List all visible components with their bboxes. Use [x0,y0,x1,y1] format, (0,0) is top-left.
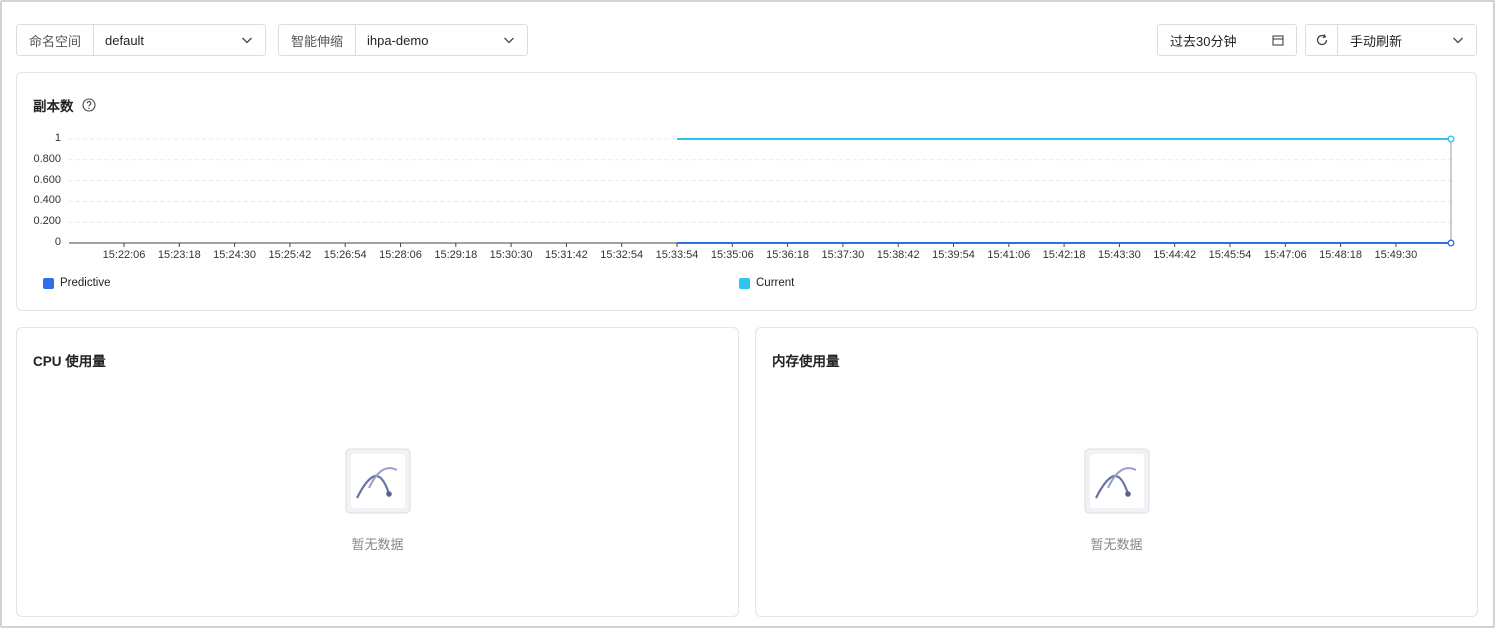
chevron-down-icon [1453,37,1463,44]
namespace-value-area[interactable]: default [94,25,265,55]
memory-usage-card: 内存使用量 暂无数据 [755,327,1478,617]
chevron-down-icon [242,37,252,44]
replica-card: 副本数 1 0.800 0.600 0.400 0.200 0 15:22:06 15:23… [16,72,1477,311]
namespace-value: default [105,32,145,48]
autoscaler-select[interactable]: 智能伸缩 ihpa-demo [278,24,528,56]
memory-card-title: 内存使用量 [772,354,840,369]
refresh-button[interactable] [1306,25,1338,55]
cpu-card-title: CPU 使用量 [33,354,106,369]
memory-empty-state: 暂无数据 [1084,448,1150,553]
empty-chart-icon [345,448,410,514]
calendar-icon [1272,35,1284,46]
namespace-select[interactable]: 命名空间 default [16,24,266,56]
filter-toolbar: 命名空间 default 智能伸缩 ihpa-demo 过去30分钟 手动刷新 [16,24,1477,56]
refresh-control: 手动刷新 [1305,24,1477,56]
time-range-value: 过去30分钟 [1170,33,1237,49]
memory-empty-text: 暂无数据 [1090,537,1143,552]
autoscaler-value-area[interactable]: ihpa-demo [356,25,527,55]
legend-label-predictive: Predictive [60,277,111,289]
legend-item-predictive[interactable]: Predictive [43,277,111,289]
time-range-picker[interactable]: 过去30分钟 [1157,24,1297,56]
namespace-label: 命名空间 [17,25,95,55]
legend-swatch-predictive [43,277,54,289]
cpu-empty-text: 暂无数据 [351,537,404,552]
cpu-empty-state: 暂无数据 [345,448,411,553]
series-point-predictive [1447,239,1455,247]
refresh-mode-value: 手动刷新 [1350,33,1403,49]
refresh-icon [1316,34,1327,46]
cpu-usage-card: CPU 使用量 暂无数据 [16,327,739,617]
autoscaler-label: 智能伸缩 [279,25,357,55]
chevron-down-icon [504,37,514,44]
empty-chart-icon [1084,448,1149,514]
legend-label-current: Current [756,277,795,289]
legend-item-current[interactable]: Current [739,277,794,289]
series-point-current [1447,135,1455,143]
legend-swatch-current [739,277,750,289]
autoscaler-value: ihpa-demo [367,32,429,48]
refresh-mode-select[interactable]: 手动刷新 [1338,25,1476,55]
